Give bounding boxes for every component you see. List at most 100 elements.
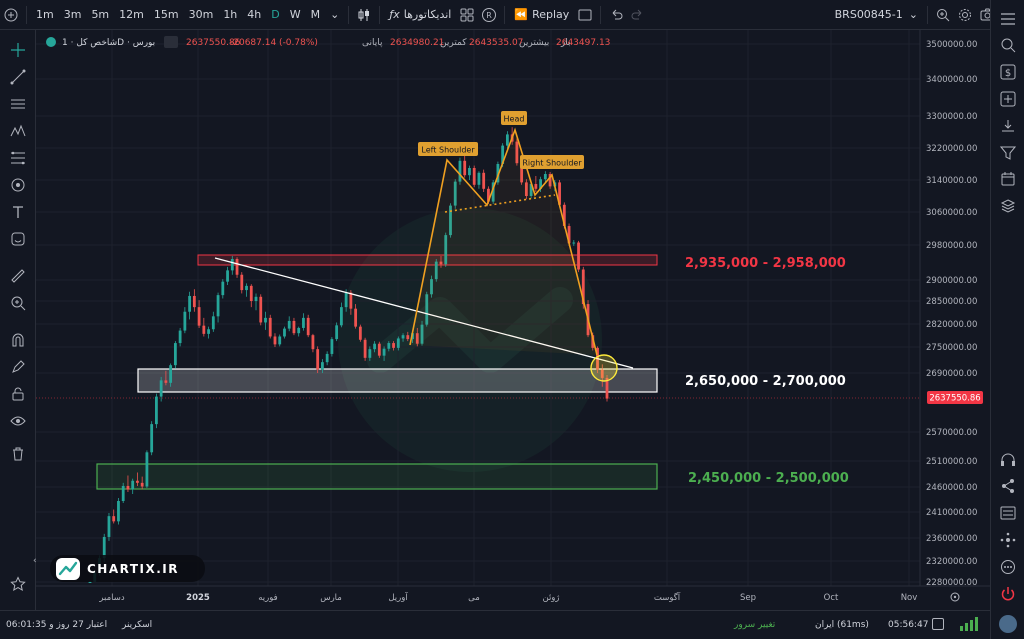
chart-layout-icon[interactable]: [932, 618, 944, 630]
svg-text:$: $: [1005, 68, 1011, 79]
support-zone: [137, 368, 658, 393]
candle-body: [221, 281, 225, 296]
candle-body: [316, 349, 320, 370]
legend-last-label: پایانی: [362, 38, 383, 48]
legend-icon: [46, 37, 56, 47]
candle-body: [240, 274, 244, 291]
legend-symbol: شاخص کل · 1D · بورس: [62, 38, 156, 48]
candle-body: [183, 311, 187, 331]
candle-body: [382, 348, 386, 356]
time-tick-label: ژوئن: [542, 593, 559, 603]
screener-button[interactable]: اسکرینر: [122, 620, 152, 630]
candle-body: [283, 328, 286, 337]
legend-last-value: 2637550.86: [186, 38, 241, 48]
price-tick-label: 2750000.00: [926, 343, 977, 353]
candle-body: [264, 317, 267, 323]
candle-body: [358, 326, 362, 340]
collapse-toolbar-icon[interactable]: ‹: [33, 556, 37, 566]
legend-low-label: کمترین: [440, 38, 467, 48]
add-watchlist-icon[interactable]: [996, 87, 1020, 111]
dots-icon[interactable]: [996, 555, 1020, 579]
headset-icon[interactable]: [996, 448, 1020, 472]
price-tick-label: 2850000.00: [926, 297, 977, 307]
candle-body: [311, 335, 315, 350]
candle-body: [188, 295, 192, 312]
calendar-icon[interactable]: [996, 167, 1020, 191]
candle-body: [197, 307, 201, 326]
dollar-icon[interactable]: $: [996, 60, 1020, 84]
signal-icon: [958, 616, 982, 635]
candle-body: [325, 353, 329, 363]
price-tick-label: 2510000.00: [926, 457, 977, 467]
candle-body: [543, 174, 547, 180]
candle-body: [216, 295, 220, 317]
candle-body: [230, 259, 234, 271]
time-tick-label: Nov: [901, 593, 918, 603]
price-tick-label: 2980000.00: [926, 241, 977, 251]
clock: 05:56:47: [888, 620, 929, 630]
candle-body: [534, 184, 538, 189]
filter-icon[interactable]: [996, 141, 1020, 165]
candle-body: [259, 296, 263, 323]
candle-body: [297, 327, 301, 334]
candle-body: [406, 335, 410, 340]
candle-body: [155, 396, 158, 425]
candle-body: [192, 295, 196, 308]
candle-body: [572, 242, 576, 244]
time-tick-label: فوریه: [258, 593, 277, 603]
candle-body: [268, 317, 272, 337]
candle-body: [107, 516, 111, 537]
power-icon[interactable]: [996, 582, 1020, 606]
candle-body: [377, 343, 381, 356]
menu-icon[interactable]: [996, 7, 1020, 31]
price-tick-label: 3500000.00: [926, 40, 977, 50]
price-axis[interactable]: 3500000.00 3400000.00 3300000.00 3220000.00…: [926, 40, 977, 588]
list-icon[interactable]: [996, 501, 1020, 525]
candle-body: [472, 168, 476, 185]
candle-body: [349, 292, 353, 309]
candle-body: [339, 307, 343, 326]
axis-settings-icon[interactable]: [950, 592, 960, 602]
chartix-badge: CHARTIX.IR: [50, 555, 205, 582]
candle-body: [354, 308, 358, 327]
candle-body: [126, 485, 130, 490]
time-tick-label: Sep: [740, 593, 756, 603]
candle-body: [306, 317, 310, 336]
highlight-circle[interactable]: [590, 354, 618, 382]
server-change-link[interactable]: تغییر سرور: [734, 620, 775, 630]
candle-body: [363, 339, 367, 358]
candle-body: [159, 380, 163, 397]
legend-collapse-button[interactable]: [164, 36, 178, 48]
candle-body: [387, 343, 391, 349]
hub-icon[interactable]: [996, 528, 1020, 552]
layers-icon[interactable]: [996, 194, 1020, 218]
time-tick-label: مارس: [320, 593, 342, 603]
candle-body: [145, 452, 149, 487]
candle-body: [164, 380, 168, 383]
candle-body: [321, 362, 324, 370]
candle-body: [150, 424, 154, 453]
search-icon[interactable]: [996, 33, 1020, 57]
legend-low-value: 2634980.21: [390, 38, 445, 48]
candle-body: [577, 242, 580, 270]
price-chart[interactable]: Left Shoulder Head Right Shoulder 2,935,…: [0, 0, 1024, 639]
price-tick-label: 3220000.00: [926, 144, 977, 154]
candle-body: [207, 329, 210, 334]
share-icon[interactable]: [996, 474, 1020, 498]
status-bar: اعتبار 27 روز و 06:01:35 اسکرینر تغییر س…: [0, 610, 990, 639]
time-axis[interactable]: دسامبر 2025 فوریه مارس آوریل می ژوئن آگوست Sep Oc…: [98, 591, 917, 603]
candle-body: [117, 501, 120, 522]
user-avatar[interactable]: [996, 612, 1020, 636]
legend-symbol-name: شاخص کل: [76, 38, 118, 48]
candle-body: [344, 292, 348, 308]
download-icon[interactable]: [996, 114, 1020, 138]
candle-body: [173, 343, 177, 366]
price-tick-label: 2410000.00: [926, 508, 977, 518]
candle-body: [112, 516, 116, 522]
candle-body: [505, 134, 509, 146]
candle-body: [392, 343, 395, 348]
candle-body: [249, 285, 253, 301]
candle-body: [235, 259, 239, 275]
candle-body: [140, 482, 144, 487]
connection-status: ایران (61ms): [815, 620, 869, 630]
